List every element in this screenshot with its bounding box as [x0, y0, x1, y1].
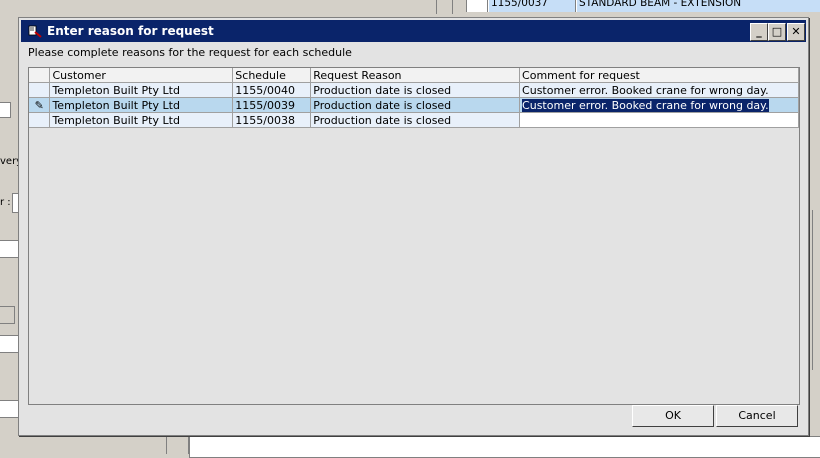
column-header-schedule[interactable]: Schedule	[232, 68, 312, 83]
close-button[interactable]: ✕	[787, 23, 805, 41]
schedule-cell[interactable]: 1155/0040	[232, 82, 312, 98]
minimize-button[interactable]: _	[750, 23, 768, 41]
reason-dialog: Enter reason for request _ □ ✕ Please co…	[18, 17, 809, 436]
background-field	[0, 400, 20, 418]
schedule-cell[interactable]: 1155/0039	[232, 97, 312, 113]
header-row: Customer Schedule Request Reason Comment…	[29, 68, 799, 83]
row-indicator[interactable]	[29, 112, 51, 128]
column-header-request-reason[interactable]: Request Reason	[310, 68, 521, 83]
background-field	[0, 335, 20, 353]
background-field	[0, 102, 11, 118]
reasons-table: Customer Schedule Request Reason Comment…	[29, 68, 799, 128]
comment-cell[interactable]	[519, 112, 799, 128]
maximize-button[interactable]: □	[768, 23, 786, 41]
customer-cell[interactable]: Templeton Built Pty Ltd	[49, 82, 234, 98]
customer-cell[interactable]: Templeton Built Pty Ltd	[49, 97, 234, 113]
customer-cell[interactable]: Templeton Built Pty Ltd	[49, 112, 234, 128]
schedule-cell[interactable]: 1155/0038	[232, 112, 312, 128]
dialog-titlebar[interactable]: Enter reason for request _ □ ✕	[21, 20, 806, 42]
header-indicator	[29, 68, 51, 83]
background-divider	[436, 0, 437, 14]
comment-selected-text[interactable]: Customer error. Booked crane for wrong d…	[522, 98, 769, 112]
comment-cell-editing[interactable]: Customer error. Booked crane for wrong d…	[519, 97, 799, 113]
reasons-grid[interactable]: Customer Schedule Request Reason Comment…	[28, 67, 800, 405]
reason-cell[interactable]: Production date is closed	[310, 97, 521, 113]
app-icon	[28, 25, 42, 38]
background-schedule-cell: 1155/0037	[489, 0, 576, 12]
background-divider	[188, 436, 189, 454]
background-row-selector	[467, 0, 488, 12]
background-description-cell: STANDARD BEAM - EXTENSION	[577, 0, 820, 12]
background-divider	[812, 210, 813, 370]
reason-cell[interactable]: Production date is closed	[310, 112, 521, 128]
background-panel	[189, 436, 820, 458]
comment-cell[interactable]: Customer error. Booked crane for wrong d…	[519, 82, 799, 98]
pencil-icon[interactable]: ✎	[29, 97, 51, 113]
ok-button[interactable]: OK	[632, 405, 714, 427]
table-row[interactable]: Templeton Built Pty Ltd 1155/0038 Produc…	[29, 112, 799, 128]
reason-cell[interactable]: Production date is closed	[310, 82, 521, 98]
column-header-comment[interactable]: Comment for request	[519, 68, 799, 83]
background-dropdown	[0, 306, 15, 324]
background-field	[0, 240, 20, 258]
dialog-title: Enter reason for request	[47, 24, 214, 38]
background-divider	[166, 436, 167, 454]
instructions-text: Please complete reasons for the request …	[28, 46, 352, 59]
background-label: r :	[0, 197, 11, 208]
cancel-button[interactable]: Cancel	[716, 405, 798, 427]
table-row[interactable]: Templeton Built Pty Ltd 1155/0040 Produc…	[29, 82, 799, 98]
column-header-customer[interactable]: Customer	[49, 68, 234, 83]
background-table-row: 1155/0037 STANDARD BEAM - EXTENSION	[466, 0, 820, 12]
row-indicator[interactable]	[29, 82, 51, 98]
table-row[interactable]: ✎ Templeton Built Pty Ltd 1155/0039 Prod…	[29, 97, 799, 113]
background-divider	[452, 0, 453, 14]
